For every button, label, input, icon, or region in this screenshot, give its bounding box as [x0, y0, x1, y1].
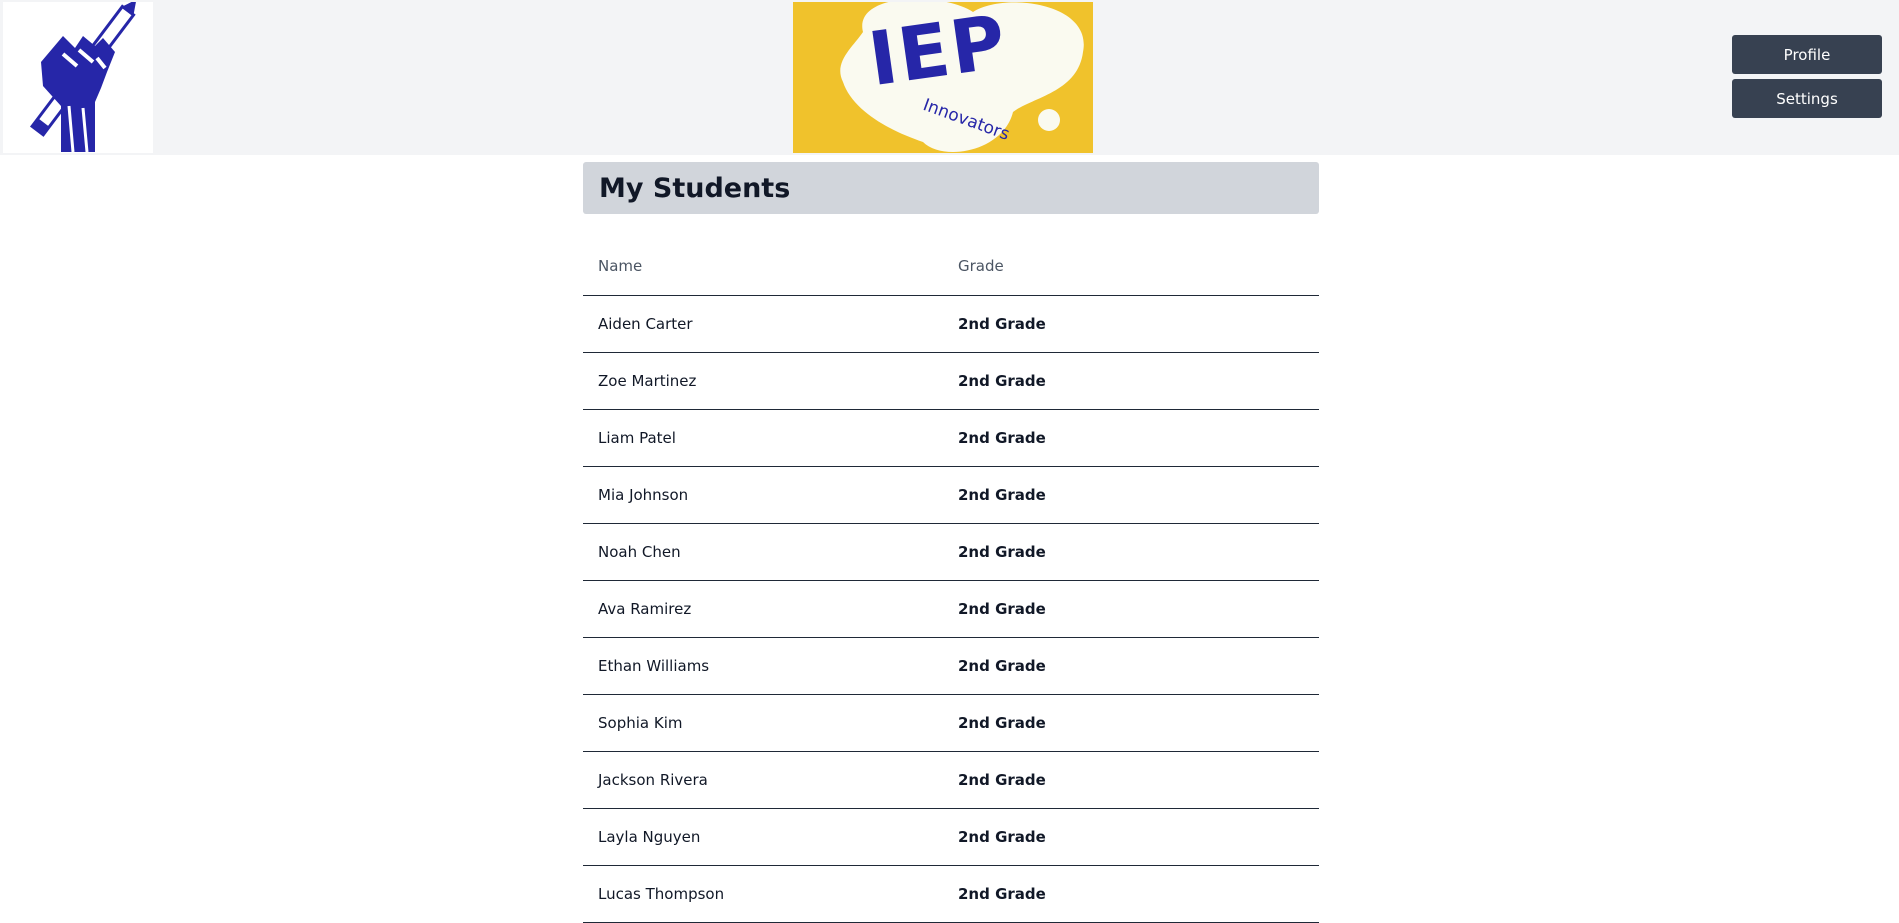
student-grade: 2nd Grade: [943, 466, 1319, 524]
table-row[interactable]: Sophia Kim 2nd Grade: [583, 694, 1319, 752]
student-name[interactable]: Layla Nguyen: [583, 808, 943, 866]
student-name[interactable]: Jackson Rivera: [583, 751, 943, 809]
student-grade: 2nd Grade: [943, 580, 1319, 638]
table-row[interactable]: Aiden Carter 2nd Grade: [583, 295, 1319, 353]
raised-fist-pencil-icon[interactable]: [3, 0, 153, 153]
student-name[interactable]: Zoe Martinez: [583, 352, 943, 410]
student-name[interactable]: Liam Patel: [583, 409, 943, 467]
student-grade: 2nd Grade: [943, 808, 1319, 866]
table-row[interactable]: Layla Nguyen 2nd Grade: [583, 808, 1319, 866]
table-row[interactable]: Ethan Williams 2nd Grade: [583, 637, 1319, 695]
student-name[interactable]: Lucas Thompson: [583, 865, 943, 923]
student-grade: 2nd Grade: [943, 865, 1319, 923]
table-row[interactable]: Liam Patel 2nd Grade: [583, 409, 1319, 467]
student-grade: 2nd Grade: [943, 352, 1319, 410]
student-grade: 2nd Grade: [943, 694, 1319, 752]
column-header-name[interactable]: Name: [583, 238, 943, 296]
table-row[interactable]: Noah Chen 2nd Grade: [583, 523, 1319, 581]
student-name[interactable]: Noah Chen: [583, 523, 943, 581]
column-header-grade[interactable]: Grade: [943, 238, 1319, 296]
page-title: My Students: [599, 172, 791, 204]
app-header: IEP Innovators Profile Settings: [0, 0, 1899, 155]
student-name[interactable]: Sophia Kim: [583, 694, 943, 752]
students-table: Name Grade Aiden Carter 2nd Grade Zoe Ma…: [583, 238, 1319, 923]
profile-button[interactable]: Profile: [1732, 35, 1882, 74]
table-row[interactable]: Ava Ramirez 2nd Grade: [583, 580, 1319, 638]
main-content: My Students Name Grade Aiden Carter 2nd …: [583, 162, 1319, 923]
student-grade: 2nd Grade: [943, 523, 1319, 581]
student-grade: 2nd Grade: [943, 637, 1319, 695]
student-grade: 2nd Grade: [943, 751, 1319, 809]
student-grade: 2nd Grade: [943, 295, 1319, 353]
table-row[interactable]: Jackson Rivera 2nd Grade: [583, 751, 1319, 809]
student-grade: 2nd Grade: [943, 409, 1319, 467]
student-name[interactable]: Aiden Carter: [583, 295, 943, 353]
table-row[interactable]: Zoe Martinez 2nd Grade: [583, 352, 1319, 410]
table-row[interactable]: Mia Johnson 2nd Grade: [583, 466, 1319, 524]
student-name[interactable]: Mia Johnson: [583, 466, 943, 524]
table-header-row: Name Grade: [583, 238, 1319, 296]
table-row[interactable]: Lucas Thompson 2nd Grade: [583, 865, 1319, 923]
student-name[interactable]: Ethan Williams: [583, 637, 943, 695]
student-name[interactable]: Ava Ramirez: [583, 580, 943, 638]
page-title-bar: My Students: [583, 162, 1319, 214]
header-actions: Profile Settings: [1732, 35, 1882, 118]
iep-innovators-logo[interactable]: IEP Innovators: [793, 2, 1093, 153]
settings-button[interactable]: Settings: [1732, 79, 1882, 118]
